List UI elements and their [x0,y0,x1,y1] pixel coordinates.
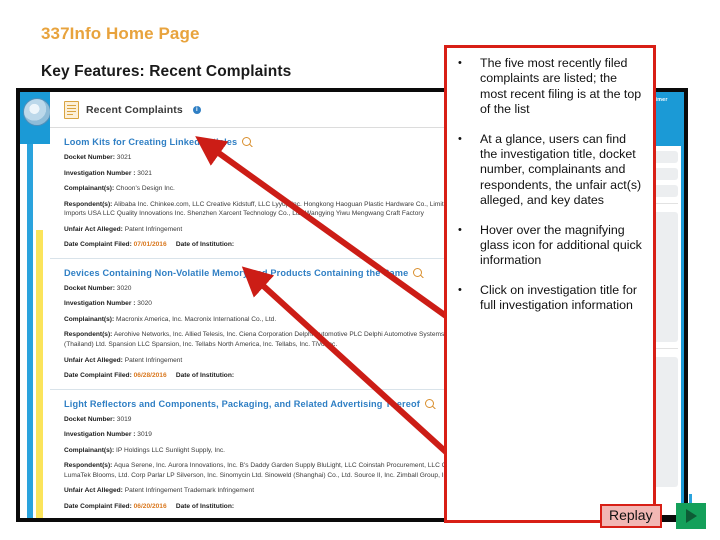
rail-yellow-strip [36,230,43,518]
docket-value: 3020 [116,284,132,292]
callout-bullet: • The five most recently filed complaint… [453,56,646,118]
callout-box: • The five most recently filed complaint… [444,45,656,523]
respondents-label: Respondent(s): [64,200,113,208]
bullet-text: At a glance, users can find the investig… [480,131,642,208]
date-filed-value: 06/28/2016 [133,372,167,380]
unfair-act-value: Patent Infringement Trademark Infringeme… [124,487,255,495]
play-stem [688,494,692,503]
agency-seal-logo [23,98,51,126]
page-title: 337Info Home Page [41,24,200,43]
investigation-label: Investigation Number : [64,169,136,177]
respondents-label: Respondent(s): [64,331,113,339]
bullet-text: The five most recently filed complaints … [480,56,642,117]
unfair-act-label: Unfair Act Alleged: [64,225,123,233]
page-subtitle: Key Features: Recent Complaints [41,63,292,80]
unfair-act-value: Patent Infringement [124,356,183,364]
complaint-title-text: Loom Kits for Creating Linked Articles [64,137,238,147]
callout-bullet: • At a glance, users can find the invest… [453,132,646,209]
rail-blue-strip [27,144,33,518]
unfair-act-label: Unfair Act Alleged: [64,356,123,364]
info-icon[interactable]: i [192,106,201,114]
date-filed-value: 07/01/2016 [133,241,167,249]
sidebar-blue-edge [681,92,684,518]
date-institution-label: Date of Institution: [175,372,235,380]
docket-label: Docket Number: [64,154,115,161]
date-filed-label: Date Complaint Filed: [64,241,132,249]
callout-bullet: • Hover over the magnifying glass icon f… [453,223,646,269]
bullet-glyph: • [458,57,462,69]
bullet-text: Hover over the magnifying glass icon for… [480,222,642,268]
investigation-label: Investigation Number : [64,300,136,308]
bullet-glyph: • [458,283,462,296]
playback-controls: Replay [600,494,706,529]
complainants-label: Complainant(s): [64,315,115,323]
respondents-label: Respondent(s): [64,462,113,470]
docket-label: Docket Number: [64,284,115,292]
date-filed-label: Date Complaint Filed: [64,372,132,380]
investigation-label: Investigation Number : [64,431,136,439]
investigation-value: 3021 [137,169,152,177]
magnifying-glass-icon[interactable] [425,398,435,408]
date-institution-label: Date of Institution: [175,241,235,249]
docket-value: 3019 [116,415,132,423]
magnifying-glass-icon[interactable] [413,267,423,277]
bullet-glyph: • [458,223,462,236]
investigation-value: 3019 [137,431,152,439]
complainants-value: IP Holdings LLC Sunlight Supply, Inc. [116,446,226,454]
complainants-label: Complainant(s): [64,185,115,193]
control-connector [661,514,676,518]
complaint-title-text: Light Reflectors and Components, Packagi… [64,398,421,409]
date-institution-label: Date of Institution: [175,502,235,510]
date-filed-value: 06/20/2016 [133,502,167,510]
site-left-rail [20,92,51,518]
docket-label: Docket Number: [64,415,115,423]
callout-bullet: • Click on investigation title for full … [453,283,646,314]
bullet-text: Click on investigation title for full in… [480,282,638,313]
investigation-value: 3020 [137,300,152,308]
complainants-label: Complainant(s): [64,446,115,454]
complaint-title-text: Devices Containing Non-Volatile Memory a… [64,267,409,278]
date-filed-label: Date Complaint Filed: [64,502,132,510]
magnifying-glass-icon[interactable] [242,137,252,146]
complainants-value: Choon's Design Inc. [116,185,175,193]
complainants-value: Macronix America, Inc. Macronix Internat… [116,315,277,323]
panel-title: Recent Complaints [86,104,183,116]
document-icon [64,101,79,119]
replay-button[interactable]: Replay [600,504,662,528]
unfair-act-label: Unfair Act Alleged: [64,487,123,495]
bullet-glyph: • [458,132,462,145]
unfair-act-value: Patent Infringement [124,225,183,233]
docket-value: 3021 [116,154,132,161]
play-button[interactable] [675,494,706,529]
